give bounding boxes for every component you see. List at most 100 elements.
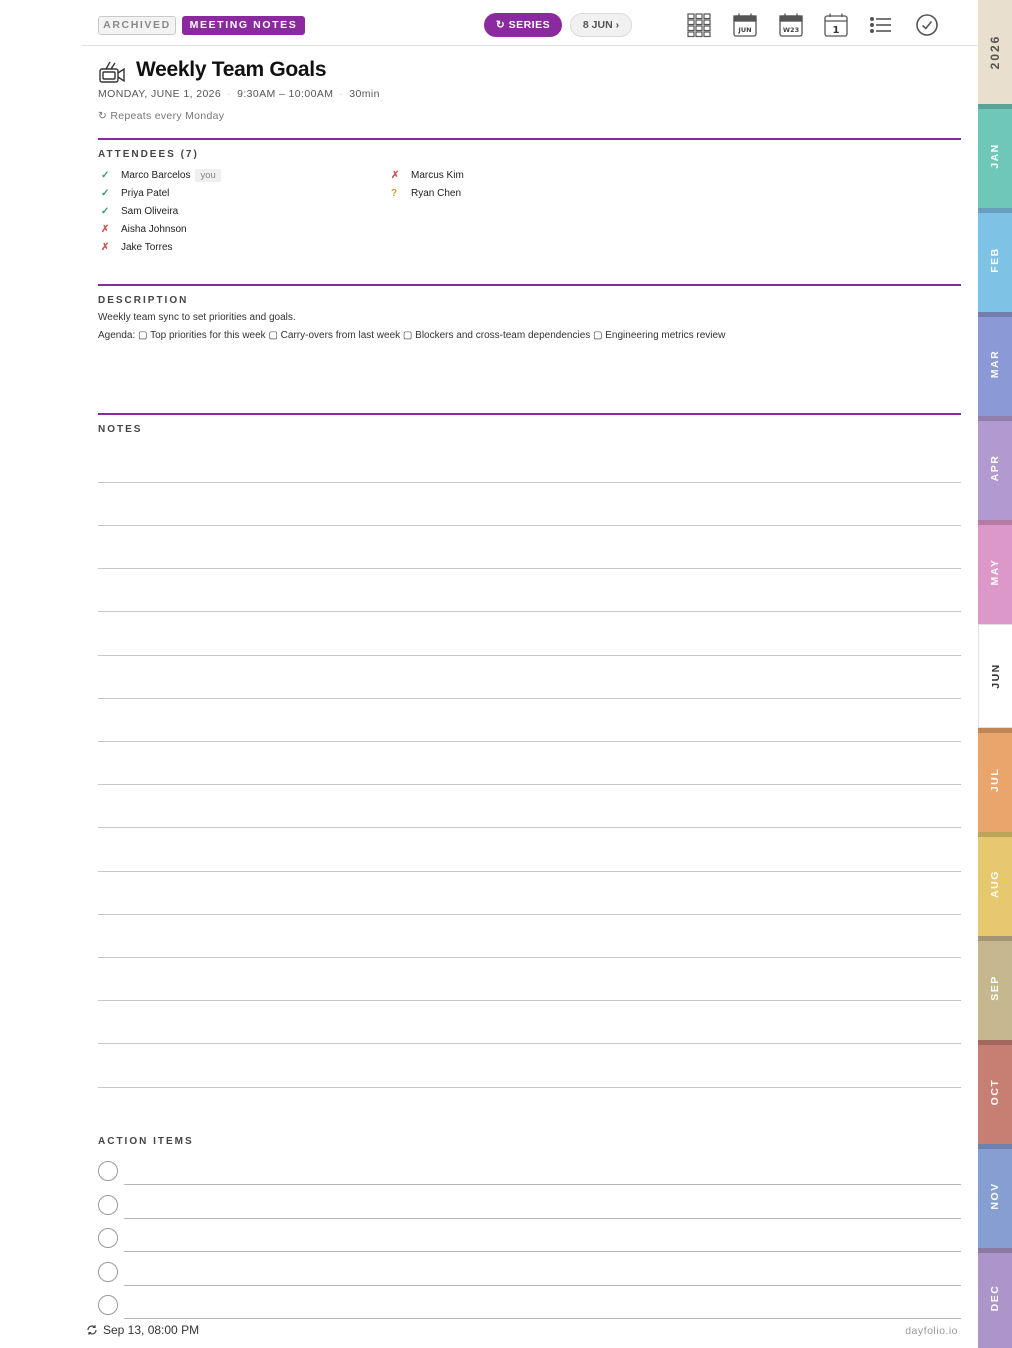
declined-icon: ✗ (101, 241, 110, 253)
note-line[interactable] (98, 871, 961, 872)
note-line[interactable] (98, 784, 961, 785)
attendee-name: Marcus Kim (411, 169, 464, 181)
meeting-date: MONDAY, JUNE 1, 2026 (98, 88, 222, 100)
note-line[interactable] (98, 957, 961, 958)
tab-jan[interactable]: JAN (978, 104, 1012, 208)
note-line[interactable] (98, 914, 961, 915)
agenda-text: Agenda: ▢ Top priorities for this week ▢… (98, 330, 726, 341)
tab-label: FEB (989, 247, 1001, 273)
attendees-column-2: ✗ Marcus Kim ? Ryan Chen (391, 166, 464, 202)
tab-dec[interactable]: DEC (978, 1248, 1012, 1348)
section-divider (98, 284, 961, 286)
sync-time: Sep 13, 08:00 PM (103, 1323, 200, 1337)
meeting-time: 9:30AM – 10:00AM (237, 88, 334, 100)
accepted-icon: ✓ (101, 169, 110, 181)
day-icon-text: 1 (833, 25, 840, 36)
tab-feb[interactable]: FEB (978, 208, 1012, 312)
meeting-meta: MONDAY, JUNE 1, 2026 · 9:30AM – 10:00AM · 30… (98, 88, 380, 100)
attendee-row[interactable]: ? Ryan Chen (391, 184, 464, 202)
day-calendar-icon[interactable]: 1 (823, 12, 849, 38)
attendee-name: Marco Barcelos (121, 169, 191, 181)
tab-nov[interactable]: NOV (978, 1144, 1012, 1248)
note-line[interactable] (98, 611, 961, 612)
note-line[interactable] (98, 1087, 961, 1088)
section-divider (98, 138, 961, 140)
note-line[interactable] (98, 1043, 961, 1044)
accepted-icon: ✓ (101, 205, 110, 217)
tab-label: DEC (989, 1284, 1001, 1312)
tab-oct[interactable]: OCT (978, 1040, 1012, 1144)
next-occurrence-button[interactable]: 8 JUN › (570, 13, 632, 37)
archived-badge[interactable]: ARCHIVED (98, 16, 176, 35)
declined-icon: ✗ (391, 169, 400, 181)
tab-mar[interactable]: MAR (978, 312, 1012, 416)
tab-year[interactable]: 2026 (978, 0, 1012, 104)
note-line[interactable] (98, 482, 961, 483)
action-item-checkbox[interactable] (98, 1262, 118, 1282)
attendee-row[interactable]: ✗ Jake Torres (101, 238, 221, 256)
action-item-line[interactable] (124, 1251, 961, 1252)
attendee-row[interactable]: ✓ Marco Barcelos you (101, 166, 221, 184)
attendee-row[interactable]: ✗ Aisha Johnson (101, 220, 221, 238)
meeting-icon (98, 59, 126, 85)
action-item-checkbox[interactable] (98, 1161, 118, 1181)
tab-label: MAY (989, 558, 1001, 586)
sync-status[interactable]: Sep 13, 08:00 PM (86, 1323, 199, 1337)
tab-jun[interactable]: JUN (978, 624, 1012, 728)
tab-jul[interactable]: JUL (978, 728, 1012, 832)
action-item-checkbox[interactable] (98, 1295, 118, 1315)
attendee-name: Sam Oliveira (121, 205, 179, 217)
note-line[interactable] (98, 698, 961, 699)
action-item-line[interactable] (124, 1318, 961, 1319)
attendee-row[interactable]: ✗ Marcus Kim (391, 166, 464, 184)
page-title: Weekly Team Goals (136, 58, 327, 81)
brand-label[interactable]: dayfolio.io (858, 1325, 958, 1337)
tab-apr[interactable]: APR (978, 416, 1012, 520)
month-calendar-icon[interactable]: JUN (732, 12, 758, 38)
meeting-notes-badge[interactable]: MEETING NOTES (182, 16, 305, 35)
series-button[interactable]: ↻ SERIES (484, 13, 562, 37)
action-item-checkbox[interactable] (98, 1195, 118, 1215)
attendee-row[interactable]: ✓ Sam Oliveira (101, 202, 221, 220)
attendee-name: Ryan Chen (411, 187, 462, 199)
tab-label: NOV (989, 1182, 1001, 1210)
note-line[interactable] (98, 827, 961, 828)
description-text: Weekly team sync to set priorities and g… (98, 312, 296, 323)
note-line[interactable] (98, 1000, 961, 1001)
attendee-row[interactable]: ✓ Priya Patel (101, 184, 221, 202)
checkmark-circle-icon[interactable] (914, 12, 940, 38)
tab-label: AUG (989, 870, 1001, 898)
tab-aug[interactable]: AUG (978, 832, 1012, 936)
meeting-duration: 30min (349, 88, 380, 100)
week-calendar-icon[interactable]: W23 (778, 12, 804, 38)
top-bar: ARCHIVED MEETING NOTES ↻ SERIES 8 JUN › … (82, 0, 978, 46)
action-item-line[interactable] (124, 1285, 961, 1286)
month-tabs: 2026 JAN FEB MAR APR MAY JUN JUL AUG SEP… (978, 0, 1012, 1348)
repeat-rule: ↻ Repeats every Monday (98, 110, 225, 122)
year-grid-icon[interactable] (686, 12, 712, 38)
action-item-line[interactable] (124, 1184, 961, 1185)
list-icon[interactable] (868, 12, 894, 38)
tab-label: JAN (989, 143, 1001, 169)
attendee-name: Priya Patel (121, 187, 170, 199)
note-line[interactable] (98, 568, 961, 569)
tab-label: OCT (989, 1078, 1001, 1106)
note-line[interactable] (98, 655, 961, 656)
attendee-name: Jake Torres (121, 241, 173, 253)
action-item-line[interactable] (124, 1218, 961, 1219)
action-item-checkbox[interactable] (98, 1228, 118, 1248)
week-icon-text: W23 (783, 26, 799, 34)
month-icon-text: JUN (737, 26, 751, 34)
tab-label: JUN (989, 663, 1002, 689)
accepted-icon: ✓ (101, 187, 110, 199)
tab-label: APR (989, 454, 1001, 482)
note-line[interactable] (98, 741, 961, 742)
you-badge: you (195, 168, 221, 182)
section-divider (98, 413, 961, 415)
tab-sep[interactable]: SEP (978, 936, 1012, 1040)
sync-icon (87, 1325, 97, 1335)
declined-icon: ✗ (101, 223, 110, 235)
attendees-label: ATTENDEES (7) (98, 149, 199, 160)
tab-may[interactable]: MAY (978, 520, 1012, 624)
note-line[interactable] (98, 525, 961, 526)
